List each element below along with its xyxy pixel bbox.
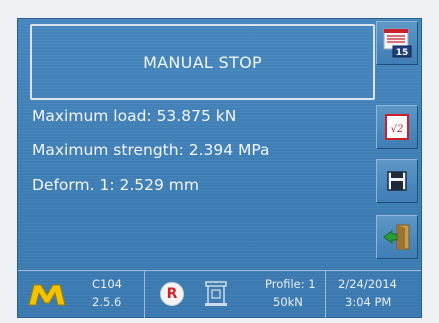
calendar-report-button[interactable]: 15 — [376, 21, 418, 65]
device-bezel: MANUAL STOP Maximum load: 53.875 kN Maxi… — [0, 0, 439, 323]
status-cell-model: C104 2.5.6 — [18, 271, 145, 318]
calculator-sqrt-icon: √2 — [385, 114, 409, 140]
version-label: 2.5.6 — [92, 295, 122, 309]
r-badge-label: R — [166, 286, 178, 302]
calculator-button[interactable]: √2 — [376, 105, 418, 149]
page-title: MANUAL STOP — [143, 52, 262, 72]
status-bar: C104 2.5.6 R Profile: 1 50kN 2/24/2014 3… — [18, 270, 421, 318]
exit-button[interactable] — [376, 215, 418, 259]
r-badge-icon: R — [160, 282, 184, 306]
touch-screen: MANUAL STOP Maximum load: 53.875 kN Maxi… — [17, 18, 422, 318]
status-title-box: MANUAL STOP — [30, 24, 375, 100]
status-cell-profile: R Profile: 1 50kN — [145, 271, 326, 318]
max-load-readout: Maximum load: 53.875 kN — [32, 107, 237, 125]
profile-label: Profile: 1 — [265, 277, 316, 291]
press-machine-icon — [205, 281, 227, 306]
capacity-label: 50kN — [273, 295, 303, 309]
sqrt-label: √2 — [391, 124, 404, 135]
max-strength-readout: Maximum strength: 2.394 MPa — [32, 141, 270, 159]
matest-logo-icon — [28, 284, 66, 306]
status-cell-datetime: 2/24/2014 3:04 PM — [326, 271, 421, 318]
deform-readout: Deform. 1: 2.529 mm — [32, 176, 199, 194]
calendar-badge-label: 15 — [396, 48, 409, 58]
exit-door-icon — [383, 224, 410, 250]
time-label: 3:04 PM — [345, 295, 392, 309]
calendar-report-icon: 15 — [383, 28, 412, 58]
model-label: C104 — [92, 277, 122, 291]
date-label: 2/24/2014 — [338, 277, 397, 291]
save-disk-icon — [387, 171, 407, 191]
save-button[interactable] — [376, 159, 418, 203]
